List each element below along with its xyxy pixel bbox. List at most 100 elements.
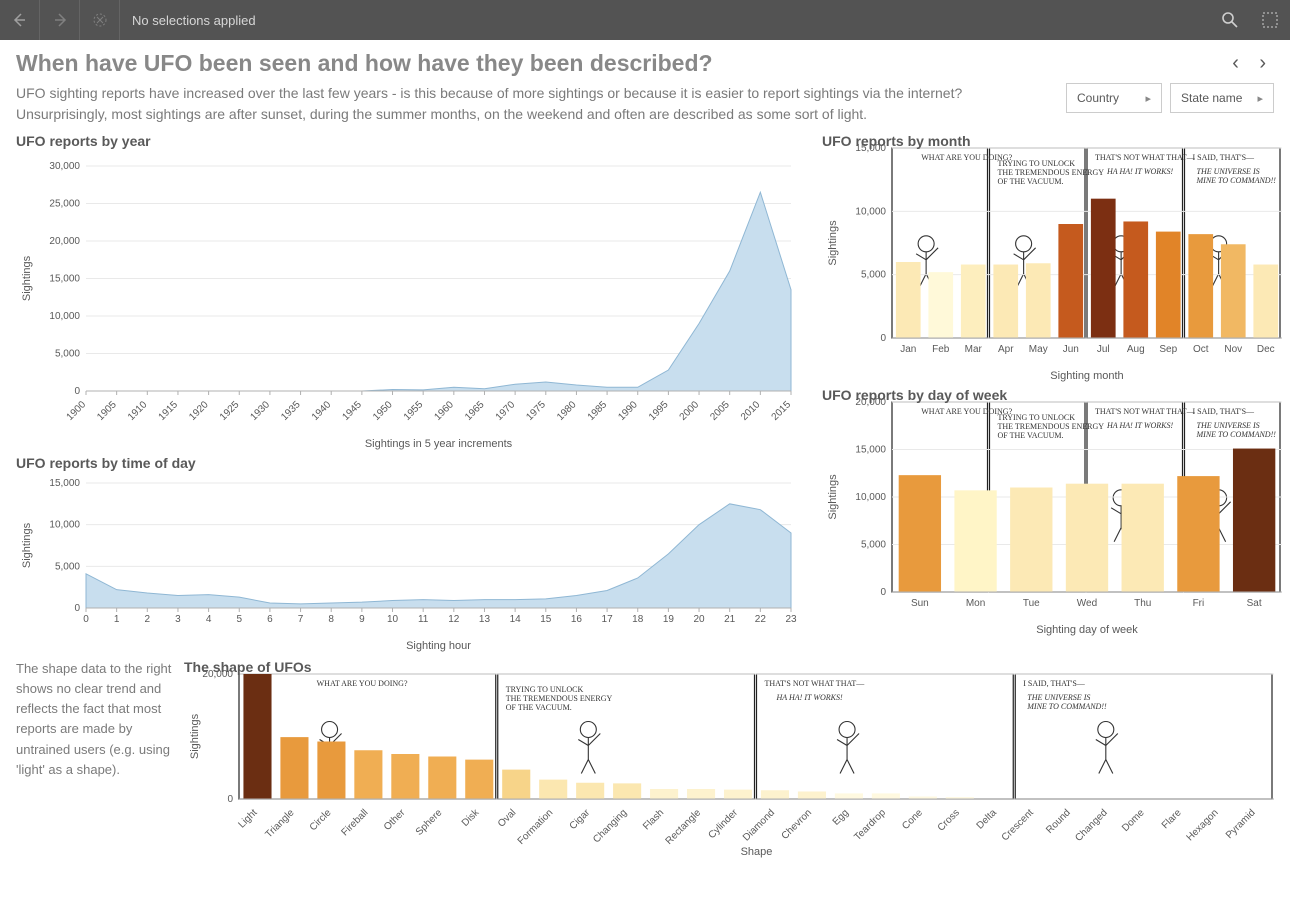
chart-hour[interactable]: 05,00010,00015,0000123456789101112131415… xyxy=(16,473,816,653)
svg-text:THE UNIVERSE ISMINE TO COMMAND: THE UNIVERSE ISMINE TO COMMAND!! xyxy=(1196,167,1277,185)
svg-text:THAT'S NOT WHAT THAT—: THAT'S NOT WHAT THAT— xyxy=(1095,153,1196,162)
svg-text:Sighting day of week: Sighting day of week xyxy=(1036,624,1138,636)
svg-text:THAT'S NOT WHAT THAT—: THAT'S NOT WHAT THAT— xyxy=(765,679,866,688)
prev-sheet-button[interactable]: ‹ xyxy=(1224,52,1247,74)
svg-text:Egg: Egg xyxy=(831,807,851,827)
next-sheet-button[interactable]: › xyxy=(1251,52,1274,74)
back-icon[interactable] xyxy=(0,0,40,40)
chart-shape[interactable]: WHAT ARE YOU DOING?TRYING TO UNLOCKTHE T… xyxy=(184,659,1290,859)
svg-text:6: 6 xyxy=(267,614,273,625)
svg-text:30,000: 30,000 xyxy=(49,161,80,172)
svg-text:1995: 1995 xyxy=(647,399,671,423)
svg-text:Cylinder: Cylinder xyxy=(706,807,740,841)
svg-text:20,000: 20,000 xyxy=(49,236,80,247)
svg-text:5,000: 5,000 xyxy=(861,540,886,551)
svg-text:Sighting month: Sighting month xyxy=(1050,370,1123,382)
svg-text:18: 18 xyxy=(632,614,644,625)
svg-text:7: 7 xyxy=(298,614,304,625)
svg-text:Sightings: Sightings xyxy=(827,220,839,266)
svg-text:Mon: Mon xyxy=(966,598,985,609)
caret-right-icon: ▸ xyxy=(1257,92,1263,105)
svg-text:2010: 2010 xyxy=(739,399,763,423)
svg-text:10,000: 10,000 xyxy=(855,492,886,503)
svg-text:Jan: Jan xyxy=(900,344,916,355)
svg-text:Circle: Circle xyxy=(308,807,334,833)
svg-text:Teardrop: Teardrop xyxy=(852,807,888,843)
svg-text:15,000: 15,000 xyxy=(49,478,80,489)
svg-text:1960: 1960 xyxy=(432,399,456,423)
svg-text:1975: 1975 xyxy=(524,399,548,423)
chart-month[interactable]: WHAT ARE YOU DOING?TRYING TO UNLOCKTHE T… xyxy=(822,133,1290,383)
svg-text:10,000: 10,000 xyxy=(855,206,886,217)
search-icon[interactable] xyxy=(1210,0,1250,40)
svg-text:1940: 1940 xyxy=(310,399,334,423)
svg-text:THE UNIVERSE ISMINE TO COMMAND: THE UNIVERSE ISMINE TO COMMAND!! xyxy=(1196,421,1277,439)
svg-text:1985: 1985 xyxy=(586,399,610,423)
svg-text:25,000: 25,000 xyxy=(49,199,80,210)
svg-text:Changing: Changing xyxy=(591,807,629,845)
svg-text:2015: 2015 xyxy=(770,399,794,423)
selections-text: No selections applied xyxy=(120,13,1210,28)
svg-text:May: May xyxy=(1029,344,1048,355)
svg-text:Sightings: Sightings xyxy=(21,522,33,568)
svg-text:Sun: Sun xyxy=(911,598,929,609)
svg-text:Jul: Jul xyxy=(1097,344,1110,355)
svg-text:Chevron: Chevron xyxy=(780,807,815,842)
svg-text:0: 0 xyxy=(83,614,89,625)
chart-dow[interactable]: WHAT ARE YOU DOING?TRYING TO UNLOCKTHE T… xyxy=(822,387,1290,637)
svg-text:Rectangle: Rectangle xyxy=(664,807,704,847)
svg-text:Sightings: Sightings xyxy=(189,713,201,759)
svg-text:10: 10 xyxy=(387,614,399,625)
svg-text:16: 16 xyxy=(571,614,583,625)
svg-text:Oct: Oct xyxy=(1193,344,1209,355)
chart-dow-title: UFO reports by day of week xyxy=(822,387,1007,403)
svg-text:0: 0 xyxy=(880,587,886,598)
svg-text:Fri: Fri xyxy=(1193,598,1205,609)
svg-text:Nov: Nov xyxy=(1224,344,1242,355)
page-title: When have UFO been seen and how have the… xyxy=(16,50,713,77)
svg-text:9: 9 xyxy=(359,614,365,625)
svg-text:4: 4 xyxy=(206,614,212,625)
svg-text:Tue: Tue xyxy=(1023,598,1040,609)
svg-text:1925: 1925 xyxy=(218,399,242,423)
svg-text:11: 11 xyxy=(418,614,429,625)
svg-text:Triangle: Triangle xyxy=(263,807,296,840)
svg-text:Delta: Delta xyxy=(975,807,1000,832)
filter-state[interactable]: State name ▸ xyxy=(1170,83,1274,113)
svg-text:0: 0 xyxy=(74,386,80,397)
svg-text:19: 19 xyxy=(663,614,675,625)
svg-text:14: 14 xyxy=(510,614,522,625)
svg-text:17: 17 xyxy=(602,614,614,625)
svg-text:1955: 1955 xyxy=(402,399,426,423)
filter-state-label: State name xyxy=(1181,91,1242,105)
svg-text:2005: 2005 xyxy=(708,399,732,423)
svg-text:10,000: 10,000 xyxy=(49,311,80,322)
svg-text:Changed: Changed xyxy=(1073,807,1109,843)
svg-text:Fireball: Fireball xyxy=(340,807,371,838)
selections-tool-icon[interactable] xyxy=(1250,0,1290,40)
svg-text:TRYING TO UNLOCKTHE TREMENDOUS: TRYING TO UNLOCKTHE TREMENDOUS ENERGYOF … xyxy=(506,685,613,712)
chart-hour-title: UFO reports by time of day xyxy=(16,455,816,471)
svg-text:Dec: Dec xyxy=(1257,344,1275,355)
caret-right-icon: ▸ xyxy=(1145,92,1151,105)
svg-text:Cigar: Cigar xyxy=(568,807,593,832)
svg-text:I SAID, THAT'S—: I SAID, THAT'S— xyxy=(1023,679,1086,688)
forward-icon[interactable] xyxy=(40,0,80,40)
svg-text:I SAID, THAT'S—: I SAID, THAT'S— xyxy=(1193,153,1256,162)
svg-text:Other: Other xyxy=(382,807,408,833)
svg-text:1930: 1930 xyxy=(249,399,273,423)
svg-text:Thu: Thu xyxy=(1134,598,1151,609)
svg-text:Wed: Wed xyxy=(1077,598,1097,609)
svg-text:Jun: Jun xyxy=(1063,344,1079,355)
chart-year[interactable]: 05,00010,00015,00020,00025,00030,0001900… xyxy=(16,151,816,451)
chart-shape-title: The shape of UFOs xyxy=(184,659,312,675)
svg-text:8: 8 xyxy=(328,614,334,625)
svg-text:1905: 1905 xyxy=(95,399,119,423)
svg-text:Cross: Cross xyxy=(936,807,962,833)
filter-country-label: Country xyxy=(1077,91,1119,105)
clear-selections-icon[interactable] xyxy=(80,0,120,40)
svg-text:5,000: 5,000 xyxy=(55,561,80,572)
svg-text:TRYING TO UNLOCKTHE TREMENDOUS: TRYING TO UNLOCKTHE TREMENDOUS ENERGYOF … xyxy=(998,159,1105,186)
svg-text:2000: 2000 xyxy=(678,399,702,423)
filter-country[interactable]: Country ▸ xyxy=(1066,83,1162,113)
